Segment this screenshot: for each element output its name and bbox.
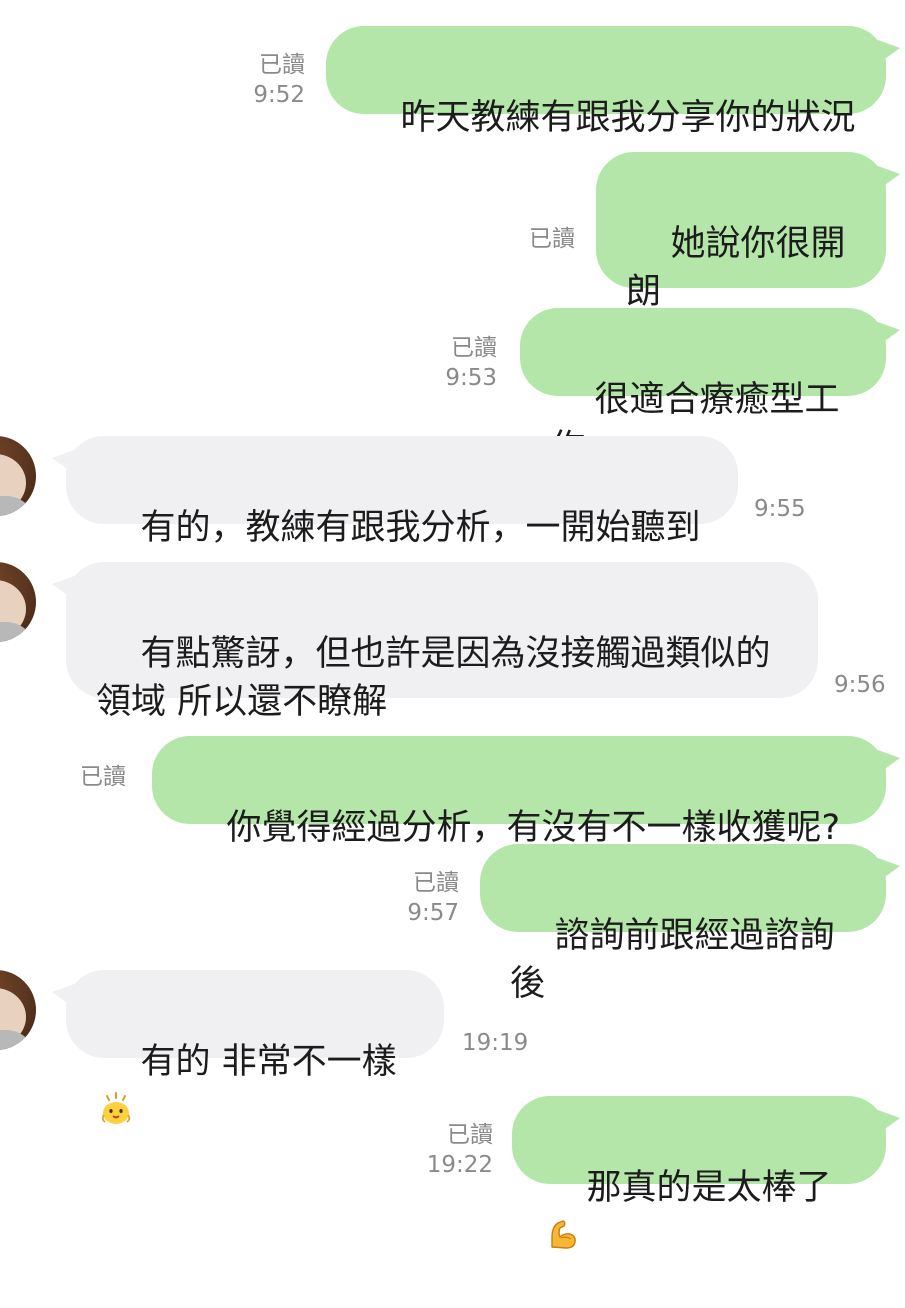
read-receipt: 已讀 (529, 226, 575, 252)
read-receipt: 已讀 (80, 764, 126, 790)
message-meta: 已讀 9:53 (422, 333, 497, 393)
message-time: 19:19 (462, 1030, 529, 1056)
message-meta: 已讀 (500, 224, 575, 254)
message-meta: 已讀 (80, 762, 126, 792)
chat-thread: 昨天教練有跟我分享你的狀況 已讀 9:52 她說你很開朗 樂於分享 已讀 很適合… (0, 0, 905, 1249)
message-text: 你覺得經過分析，有沒有不一樣收獲呢? (226, 808, 841, 848)
message-meta: 已讀 9:52 (230, 50, 305, 110)
message-meta: 已讀 9:57 (384, 868, 459, 928)
contact-avatar[interactable] (0, 970, 36, 1050)
incoming-message[interactable]: 有的，教練有跟我分析，一開始聽到 (52, 436, 738, 548)
message-time: 9:55 (754, 496, 806, 522)
read-receipt: 已讀 (259, 52, 305, 78)
outgoing-message[interactable]: 那真的是太棒了 (512, 1096, 900, 1249)
message-time: 19:22 (426, 1152, 493, 1178)
outgoing-message[interactable]: 你覺得經過分析，有沒有不一樣收獲呢? (152, 736, 900, 848)
contact-avatar[interactable] (0, 562, 36, 642)
smiling-chick-emoji (101, 1092, 131, 1124)
outgoing-message[interactable]: 她說你很開朗 樂於分享 (596, 152, 900, 360)
message-meta: 已讀 19:22 (418, 1120, 493, 1180)
flexed-biceps-emoji (551, 1220, 576, 1249)
read-receipt: 已讀 (447, 1122, 493, 1148)
outgoing-message[interactable]: 諮詢前跟經過諮詢後 (480, 844, 900, 1004)
message-text: 昨天教練有跟我分享你的狀況 (400, 98, 856, 138)
message-text: 有點驚訝，但也許是因為沒接觸過類似的 領域 所以還不瞭解 (96, 634, 771, 722)
outgoing-message[interactable]: 昨天教練有跟我分享你的狀況 (326, 26, 900, 138)
message-time: 9:53 (445, 365, 497, 391)
message-text: 有的 非常不一樣 (140, 1042, 397, 1082)
message-text: 那真的是太棒了 (586, 1168, 832, 1208)
incoming-message[interactable]: 有點驚訝，但也許是因為沒接觸過類似的 領域 所以還不瞭解 (52, 562, 818, 722)
read-receipt: 已讀 (451, 335, 497, 361)
outgoing-message[interactable]: 很適合療癒型工作 (520, 308, 900, 468)
contact-avatar[interactable] (0, 436, 36, 516)
read-receipt: 已讀 (413, 870, 459, 896)
incoming-message[interactable]: 有的 非常不一樣 (52, 970, 444, 1124)
message-text: 有的，教練有跟我分析，一開始聽到 (140, 508, 701, 548)
message-time: 9:52 (253, 82, 305, 108)
message-time: 9:57 (407, 900, 459, 926)
message-text: 諮詢前跟經過諮詢後 (510, 916, 835, 1004)
message-time: 9:56 (834, 672, 886, 698)
